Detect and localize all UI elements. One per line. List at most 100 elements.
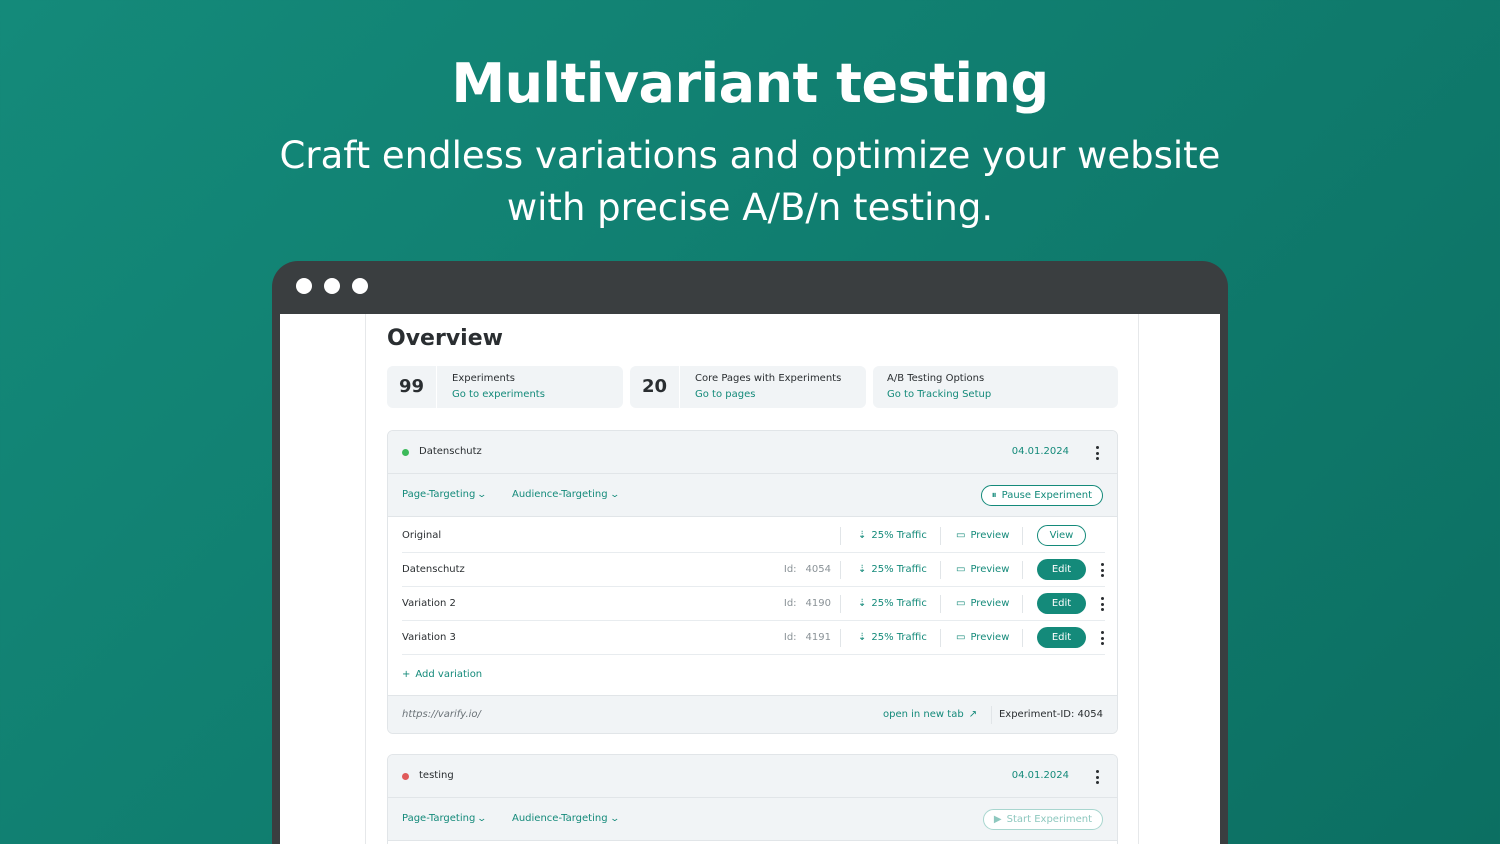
- page-targeting-label: Page-Targeting: [402, 489, 476, 500]
- go-to-pages-link[interactable]: Go to pages: [695, 389, 755, 400]
- targeting-bar: Page-Targeting⌄ Audience-Targeting⌄ ⏸ Pau…: [388, 474, 1117, 517]
- chevron-down-icon: ⌄: [476, 814, 488, 824]
- preview-label: Preview: [970, 530, 1010, 541]
- more-options-icon[interactable]: [1100, 597, 1104, 611]
- divider: [1022, 595, 1023, 613]
- divider: [940, 561, 941, 579]
- pause-experiment-button[interactable]: ⏸ Pause Experiment: [980, 485, 1103, 506]
- hero-subtitle-line-2: with precise A/B/n testing.: [506, 186, 994, 229]
- variation-id-value: 4054: [805, 564, 831, 575]
- edit-button[interactable]: Edit: [1037, 593, 1086, 614]
- stat-card-pages: 20 Core Pages with Experiments Go to pag…: [630, 366, 866, 408]
- traffic-setting[interactable]: ⇣ 25% Traffic: [858, 530, 927, 541]
- go-to-tracking-setup-link[interactable]: Go to Tracking Setup: [887, 389, 991, 400]
- traffic-label: 25% Traffic: [871, 598, 927, 609]
- hero-title: Multivariant testing: [451, 52, 1049, 115]
- variation-id-label: Id:: [783, 632, 797, 643]
- divider: [1022, 629, 1023, 647]
- variation-row: Datenschutz Id: 4054 ⇣ 25% Traffic ▭ Previe…: [402, 553, 1105, 587]
- variation-id-label: Id:: [783, 598, 797, 609]
- divider: [840, 561, 841, 579]
- window-dot-icon[interactable]: [324, 278, 340, 294]
- status-inactive-icon: [402, 773, 409, 780]
- window-dot-icon[interactable]: [352, 278, 368, 294]
- stat-number: 20: [630, 366, 680, 408]
- divider: [991, 706, 992, 724]
- page-title: Overview: [387, 326, 503, 351]
- window-controls: [296, 278, 368, 294]
- add-variation-button[interactable]: + Add variation: [402, 669, 482, 680]
- variation-id: Id: 4054: [784, 564, 831, 575]
- targeting-bar: Page-Targeting⌄ Audience-Targeting⌄ ▶ Sta…: [388, 798, 1117, 841]
- stat-card-experiments: 99 Experiments Go to experiments: [387, 366, 623, 408]
- open-in-new-tab-label: open in new tab: [883, 709, 964, 720]
- edit-button[interactable]: Edit: [1037, 627, 1086, 648]
- more-options-icon[interactable]: [1100, 631, 1104, 645]
- monitor-icon: ▭: [956, 530, 966, 541]
- divider: [840, 629, 841, 647]
- app-screen: Overview 99 Experiments Go to experiment…: [280, 314, 1220, 844]
- preview-link[interactable]: ▭ Preview: [956, 564, 1009, 575]
- sort-traffic-icon: ⇣: [858, 564, 867, 575]
- external-link-icon: ↗: [968, 709, 978, 720]
- traffic-label: 25% Traffic: [871, 530, 927, 541]
- experiment-name[interactable]: Datenschutz: [419, 446, 482, 457]
- plus-icon: +: [402, 669, 411, 680]
- page-targeting-dropdown[interactable]: Page-Targeting⌄: [402, 813, 488, 824]
- experiment-id: Experiment-ID: 4054: [998, 709, 1103, 720]
- hero-subtitle-line-1: Craft endless variations and optimize yo…: [279, 134, 1221, 177]
- traffic-label: 25% Traffic: [871, 564, 927, 575]
- start-experiment-button[interactable]: ▶ Start Experiment: [982, 809, 1103, 830]
- play-icon: ▶: [993, 814, 1002, 825]
- variation-id: Id: 4191: [784, 632, 831, 643]
- go-to-experiments-link[interactable]: Go to experiments: [452, 389, 545, 400]
- traffic-setting[interactable]: ⇣ 25% Traffic: [858, 564, 927, 575]
- divider: [1022, 561, 1023, 579]
- more-options-icon[interactable]: [1095, 446, 1099, 460]
- divider: [840, 595, 841, 613]
- chevron-down-icon: ⌄: [476, 490, 488, 500]
- variation-id-value: 4190: [805, 598, 831, 609]
- stat-card-ab-options: A/B Testing Options Go to Tracking Setup: [873, 366, 1118, 408]
- more-options-icon[interactable]: [1095, 770, 1099, 784]
- sort-traffic-icon: ⇣: [858, 530, 867, 541]
- preview-link[interactable]: ▭ Preview: [956, 632, 1009, 643]
- monitor-icon: ▭: [956, 564, 966, 575]
- traffic-setting[interactable]: ⇣ 25% Traffic: [858, 598, 927, 609]
- audience-targeting-dropdown[interactable]: Audience-Targeting⌄: [512, 813, 620, 824]
- variation-id: Id: 4190: [784, 598, 831, 609]
- preview-link[interactable]: ▭ Preview: [956, 598, 1009, 609]
- experiment-footer: https://varify.io/ open in new tab ↗ Expe…: [388, 695, 1117, 733]
- preview-label: Preview: [970, 598, 1010, 609]
- variation-row: Original ⇣ 25% Traffic ▭ Preview View: [402, 519, 1105, 553]
- start-experiment-label: Start Experiment: [1006, 814, 1092, 825]
- variation-name: Variation 3: [402, 632, 456, 643]
- divider: [940, 527, 941, 545]
- audience-targeting-label: Audience-Targeting: [512, 813, 608, 824]
- stat-label: A/B Testing Options: [887, 373, 985, 384]
- chevron-down-icon: ⌄: [609, 490, 620, 500]
- more-options-icon[interactable]: [1100, 563, 1104, 577]
- variation-name: Original: [402, 530, 442, 541]
- stats-row: 99 Experiments Go to experiments 20 Core…: [387, 366, 1118, 408]
- open-in-new-tab-link[interactable]: open in new tab ↗: [883, 709, 982, 720]
- traffic-setting[interactable]: ⇣ 25% Traffic: [858, 632, 927, 643]
- variation-name: Datenschutz: [402, 564, 465, 575]
- sort-traffic-icon: ⇣: [858, 598, 867, 609]
- variation-row: Variation 2 Id: 4190 ⇣ 25% Traffic ▭ Previe…: [402, 587, 1105, 621]
- audience-targeting-dropdown[interactable]: Audience-Targeting⌄: [512, 489, 620, 500]
- variation-id-value: 4191: [805, 632, 831, 643]
- sort-traffic-icon: ⇣: [858, 632, 867, 643]
- traffic-label: 25% Traffic: [871, 632, 927, 643]
- audience-targeting-label: Audience-Targeting: [512, 489, 608, 500]
- preview-link[interactable]: ▭ Preview: [956, 530, 1009, 541]
- experiment-name[interactable]: testing: [419, 770, 454, 781]
- page-targeting-dropdown[interactable]: Page-Targeting⌄: [402, 489, 488, 500]
- experiment-header: Datenschutz 04.01.2024: [388, 431, 1117, 474]
- variation-row: Variation 3 Id: 4191 ⇣ 25% Traffic ▭ Previe…: [402, 621, 1105, 655]
- window-dot-icon[interactable]: [296, 278, 312, 294]
- stat-number: 99: [387, 366, 437, 408]
- view-button[interactable]: View: [1037, 525, 1086, 546]
- experiment-date: 04.01.2024: [1011, 446, 1069, 457]
- edit-button[interactable]: Edit: [1037, 559, 1086, 580]
